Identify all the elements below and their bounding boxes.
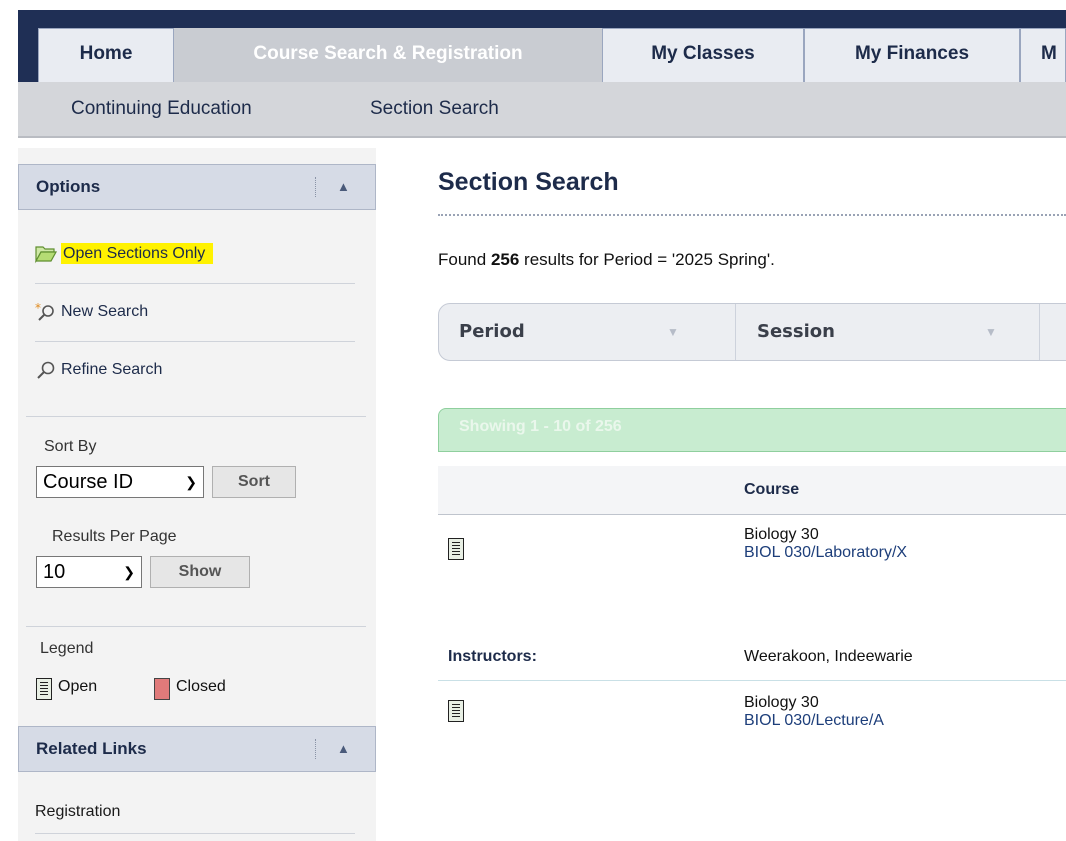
- filter-period[interactable]: Period: [459, 304, 525, 360]
- option-open-sections-only[interactable]: Open Sections Only: [35, 226, 355, 284]
- option-new-search[interactable]: * New Search: [35, 284, 355, 342]
- found-suffix: results for Period = '2025 Spring'.: [519, 250, 775, 269]
- table-row[interactable]: Biology 30 BIOL 030/Laboratory/X: [744, 526, 907, 562]
- options-title: Options: [36, 177, 101, 196]
- related-links-title: Related Links: [36, 739, 147, 758]
- sort-button[interactable]: Sort: [212, 466, 296, 498]
- results-per-page-label: Results Per Page: [52, 528, 177, 545]
- legend-closed-label: Closed: [176, 678, 226, 695]
- course-title: Biology 30: [744, 526, 819, 543]
- divider: [26, 626, 366, 627]
- open-sections-label: Open Sections Only: [61, 243, 214, 264]
- collapse-arrow-icon[interactable]: ▲: [337, 165, 350, 209]
- chevron-down-icon: ❯: [123, 564, 135, 580]
- divider: [26, 416, 366, 417]
- title-underline: [438, 214, 1066, 216]
- dropdown-triangle-icon[interactable]: ▼: [667, 304, 679, 360]
- instructors-label: Instructors:: [448, 648, 537, 665]
- course-section[interactable]: BIOL 030/Lecture/A: [744, 712, 884, 730]
- related-links-header[interactable]: Related Links ▲: [18, 726, 376, 772]
- show-button[interactable]: Show: [150, 556, 250, 588]
- new-search-label: New Search: [61, 303, 149, 320]
- header-separator: [315, 739, 316, 759]
- related-link-registration[interactable]: Registration: [35, 790, 355, 834]
- results-per-page-value: 10: [43, 561, 66, 583]
- sub-nav: Continuing Education Section Search: [18, 82, 1066, 138]
- filter-separator: [735, 304, 736, 360]
- main-content: Section Search Found 256 results for Per…: [438, 148, 1066, 841]
- closed-section-icon: [154, 678, 170, 700]
- pagination-bar: Showing 1 - 10 of 256: [438, 408, 1066, 452]
- svg-text:*: *: [35, 302, 41, 315]
- subnav-section-search[interactable]: Section Search: [370, 82, 499, 136]
- main-nav: Home Course Search & Registration My Cla…: [18, 10, 1066, 82]
- column-course: Course: [744, 481, 800, 498]
- folder-open-icon: [35, 246, 57, 264]
- subnav-continuing-education[interactable]: Continuing Education: [71, 82, 252, 136]
- row-divider: [438, 680, 1066, 681]
- open-section-icon: [36, 678, 52, 700]
- sort-by-select[interactable]: Course ID ❯: [36, 466, 204, 498]
- filter-session[interactable]: Session: [757, 304, 835, 360]
- tab-home[interactable]: Home: [38, 28, 174, 82]
- refine-search-label: Refine Search: [61, 361, 163, 378]
- new-search-icon: *: [35, 302, 54, 321]
- legend-label: Legend: [40, 640, 94, 657]
- sidebar: Options ▲ Open Sections Only * New Searc…: [18, 148, 376, 841]
- filter-separator: [1039, 304, 1040, 360]
- open-section-icon[interactable]: [448, 700, 464, 722]
- instructor-name: Weerakoon, Indeewarie: [744, 648, 913, 665]
- tab-my-classes[interactable]: My Classes: [602, 28, 804, 82]
- course-title: Biology 30: [744, 694, 819, 711]
- chevron-down-icon: ❯: [185, 474, 197, 490]
- top-strip: [0, 0, 1066, 10]
- results-table-header: Course: [438, 466, 1066, 515]
- filter-header: Period ▼ Session ▼: [438, 303, 1066, 361]
- collapse-arrow-icon[interactable]: ▲: [337, 727, 350, 771]
- legend-open-label: Open: [58, 678, 98, 695]
- found-count: 256: [490, 250, 520, 269]
- tab-more[interactable]: M: [1020, 28, 1066, 82]
- sort-by-label: Sort By: [44, 438, 97, 455]
- found-prefix: Found: [438, 250, 491, 269]
- table-row[interactable]: Biology 30 BIOL 030/Lecture/A: [744, 694, 884, 730]
- tab-course-search-registration[interactable]: Course Search & Registration: [174, 28, 602, 82]
- registration-link[interactable]: Registration: [35, 790, 120, 834]
- tab-my-finances[interactable]: My Finances: [804, 28, 1020, 82]
- open-section-icon[interactable]: [448, 538, 464, 560]
- header-separator: [315, 177, 316, 197]
- page-title: Section Search: [438, 168, 619, 196]
- sort-by-value: Course ID: [43, 471, 134, 493]
- option-refine-search[interactable]: Refine Search: [35, 342, 355, 400]
- results-per-page-select[interactable]: 10 ❯: [36, 556, 142, 588]
- showing-label: Showing 1 - 10 of 256: [459, 418, 622, 435]
- results-summary: Found 256 results for Period = '2025 Spr…: [438, 250, 775, 270]
- course-section[interactable]: BIOL 030/Laboratory/X: [744, 544, 907, 562]
- magnifier-icon: [37, 361, 55, 379]
- dropdown-triangle-icon[interactable]: ▼: [985, 304, 997, 360]
- options-panel-header[interactable]: Options ▲: [18, 164, 376, 210]
